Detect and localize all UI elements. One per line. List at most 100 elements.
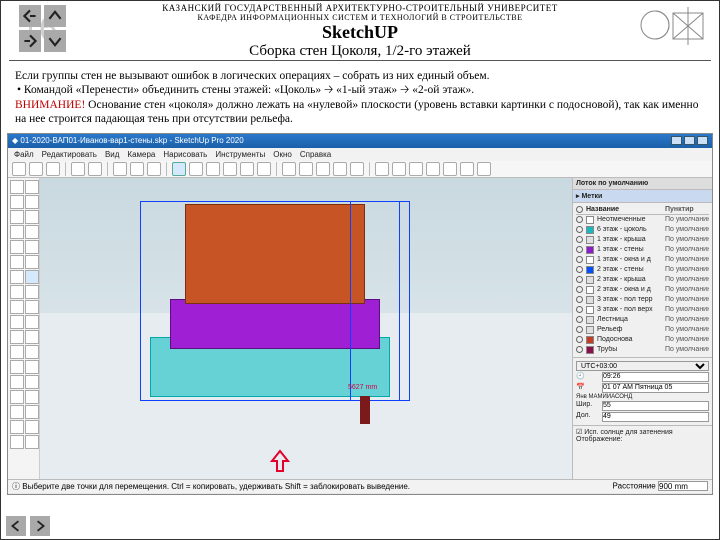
tool-offset[interactable] [10, 270, 24, 284]
tool-copy[interactable] [130, 162, 144, 176]
tool-select[interactable] [10, 180, 24, 194]
tool-sandbox[interactable] [25, 405, 39, 419]
layer-swatch[interactable] [586, 346, 594, 354]
tool-freehand[interactable] [25, 195, 39, 209]
layer-row[interactable]: 6 этаж - цокольПо умолчанию [576, 225, 709, 235]
layer-linetype[interactable]: По умолчанию [665, 266, 709, 273]
visibility-toggle[interactable] [576, 336, 583, 343]
visibility-toggle[interactable] [576, 276, 583, 283]
tool-shadow[interactable] [375, 162, 389, 176]
tool-group[interactable] [25, 420, 39, 434]
tool-texture[interactable] [460, 162, 474, 176]
layer-linetype[interactable]: По умолчанию [665, 256, 709, 263]
lon-input[interactable] [602, 412, 709, 422]
layer-row[interactable]: ПодосноваПо умолчанию [576, 335, 709, 345]
visibility-toggle[interactable] [576, 346, 583, 353]
layer-linetype[interactable]: По умолчанию [665, 226, 709, 233]
tool-tape[interactable] [10, 300, 24, 314]
tool-move[interactable] [25, 270, 39, 284]
tool-right[interactable] [223, 162, 237, 176]
tool-new[interactable] [12, 162, 26, 176]
tool-scale[interactable] [25, 285, 39, 299]
lat-input[interactable] [602, 401, 709, 411]
layer-swatch[interactable] [586, 316, 594, 324]
layer-row[interactable]: ТрубыПо умолчанию [576, 345, 709, 355]
layer-linetype[interactable]: По умолчанию [665, 296, 709, 303]
tool-position[interactable] [10, 390, 24, 404]
tool-zoom2[interactable] [10, 375, 24, 389]
visibility-toggle[interactable] [576, 266, 583, 273]
tool-paste[interactable] [147, 162, 161, 176]
tool-circle[interactable] [10, 225, 24, 239]
tool-component[interactable] [10, 420, 24, 434]
layer-linetype[interactable]: По умолчанию [665, 336, 709, 343]
tool-orbit2[interactable] [10, 360, 24, 374]
tool-line[interactable] [10, 195, 24, 209]
layer-row[interactable]: РельефПо умолчанию [576, 325, 709, 335]
tool-wireframe[interactable] [409, 162, 423, 176]
layer-row[interactable]: НеотмеченныеПо умолчанию [576, 215, 709, 225]
minimize-button[interactable] [671, 136, 682, 145]
timezone-select[interactable]: UTC+03:00 [576, 361, 709, 371]
layer-linetype[interactable]: По умолчанию [665, 216, 709, 223]
menu-window[interactable]: Окно [273, 150, 292, 159]
layer-row[interactable]: 3 этаж - пол верхПо умолчанию [576, 305, 709, 315]
date-input[interactable] [602, 383, 709, 393]
nav-last-button[interactable] [19, 30, 41, 52]
tool-pan2[interactable] [25, 360, 39, 374]
layers-panel-title[interactable]: ▸ Метки [573, 190, 712, 203]
tool-walk[interactable] [10, 405, 24, 419]
layer-swatch[interactable] [586, 226, 594, 234]
tool-front[interactable] [206, 162, 220, 176]
tool-arc2[interactable] [25, 240, 39, 254]
layer-swatch[interactable] [586, 336, 594, 344]
visibility-toggle[interactable] [576, 296, 583, 303]
layer-linetype[interactable]: По умолчанию [665, 236, 709, 243]
visibility-toggle[interactable] [576, 306, 583, 313]
layer-linetype[interactable]: По умолчанию [665, 326, 709, 333]
tool-outer[interactable] [10, 435, 24, 449]
tool-followme[interactable] [25, 255, 39, 269]
layer-swatch[interactable] [586, 276, 594, 284]
tool-zoom[interactable] [316, 162, 330, 176]
next-slide-button[interactable] [30, 516, 50, 536]
layer-swatch[interactable] [586, 306, 594, 314]
tool-top[interactable] [189, 162, 203, 176]
layer-swatch[interactable] [586, 266, 594, 274]
col-name[interactable]: Название [586, 206, 662, 213]
tool-section[interactable] [25, 345, 39, 359]
tool-iso[interactable] [172, 162, 186, 176]
menu-tools[interactable]: Инструменты [215, 150, 265, 159]
tool-arc[interactable] [10, 240, 24, 254]
layer-linetype[interactable]: По умолчанию [665, 306, 709, 313]
layer-row[interactable]: 3 этаж - пол террПо умолчанию [576, 295, 709, 305]
layer-swatch[interactable] [586, 286, 594, 294]
layer-linetype[interactable]: По умолчанию [665, 286, 709, 293]
tool-orbit[interactable] [282, 162, 296, 176]
tool-text[interactable] [25, 315, 39, 329]
menu-file[interactable]: Файл [14, 150, 34, 159]
tool-save[interactable] [46, 162, 60, 176]
layer-swatch[interactable] [586, 216, 594, 224]
layer-swatch[interactable] [586, 256, 594, 264]
nav-first-button[interactable] [19, 5, 41, 27]
layer-row[interactable]: 2 этаж - крышаПо умолчанию [576, 275, 709, 285]
layer-linetype[interactable]: По умолчанию [665, 246, 709, 253]
tool-mono[interactable] [477, 162, 491, 176]
layer-row[interactable]: 1 этаж - окна и дПо умолчанию [576, 255, 709, 265]
titlebar[interactable]: ◆ 01-2020-ВАП01-Иванов-вар1-стены.skp - … [8, 134, 712, 148]
tool-undo[interactable] [71, 162, 85, 176]
tool-shaded[interactable] [443, 162, 457, 176]
tool-zoomext[interactable] [350, 162, 364, 176]
tool-xray[interactable] [392, 162, 406, 176]
visibility-toggle[interactable] [576, 226, 583, 233]
tool-rotate[interactable] [10, 285, 24, 299]
tool-3dtext[interactable] [25, 330, 39, 344]
tool-lookaround[interactable] [25, 390, 39, 404]
tool-polygon[interactable] [25, 225, 39, 239]
menu-camera[interactable]: Камера [127, 150, 155, 159]
tool-open[interactable] [29, 162, 43, 176]
time-input[interactable] [602, 372, 709, 382]
visibility-toggle[interactable] [576, 256, 583, 263]
tool-rotrect[interactable] [25, 210, 39, 224]
